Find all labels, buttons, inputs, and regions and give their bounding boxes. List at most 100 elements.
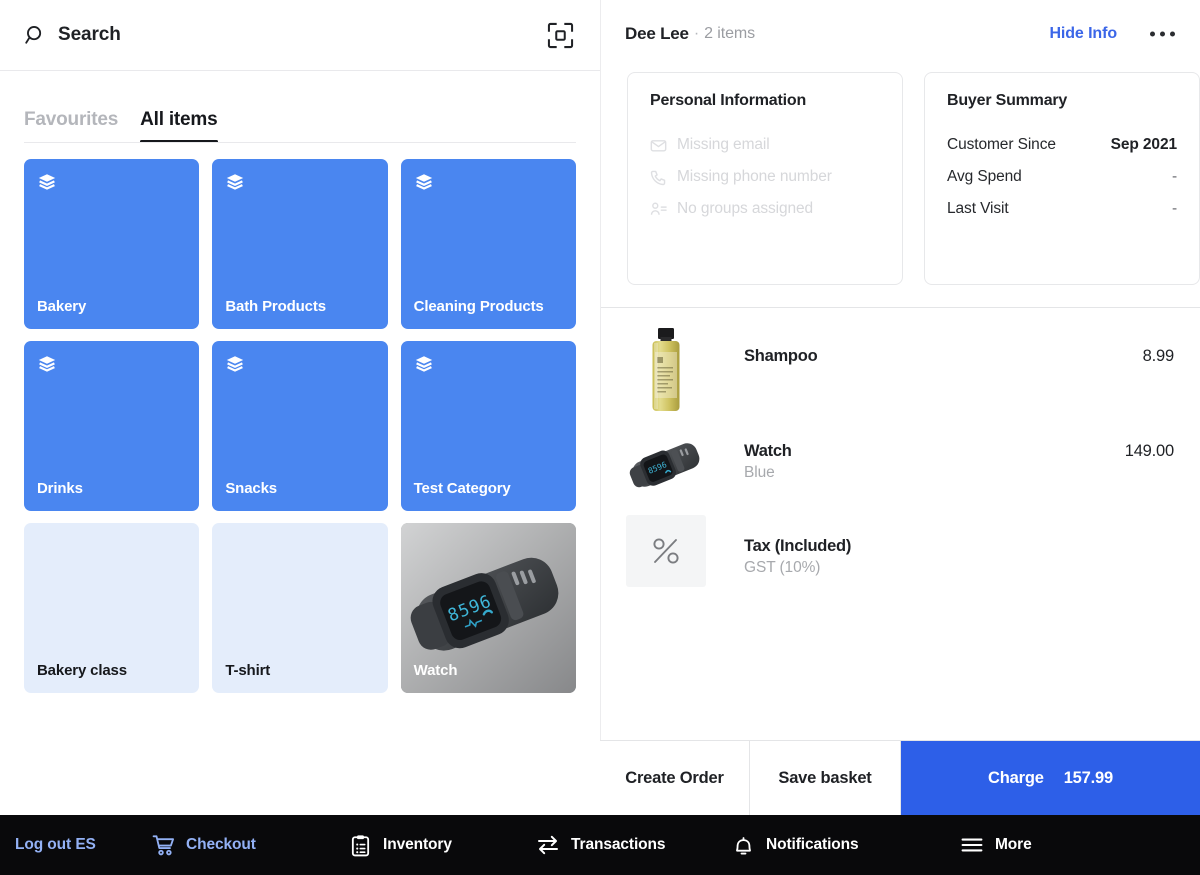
- buyer-summary-row-avg-spend: Avg Spend -: [947, 161, 1177, 193]
- charge-amount: 157.99: [1063, 768, 1113, 787]
- nav-item-inventory[interactable]: Inventory: [349, 834, 452, 857]
- tile-test-category[interactable]: Test Category: [400, 341, 576, 511]
- basket-item-price: 8.99: [1142, 347, 1175, 365]
- tile-bakery[interactable]: Bakery: [24, 159, 200, 329]
- buyer-summary-label: Avg Spend: [947, 168, 1022, 185]
- nav-item-transactions[interactable]: Transactions: [536, 833, 666, 857]
- save-basket-button[interactable]: Save basket: [750, 741, 901, 815]
- basket-divider: [601, 307, 1200, 308]
- personal-information-card: Personal Information Missing email Missi…: [627, 72, 903, 285]
- clipboard-icon: [349, 834, 372, 857]
- buyer-summary-label: Last Visit: [947, 200, 1009, 217]
- nav-label: Transactions: [571, 836, 666, 853]
- watch-photo: 8596: [626, 420, 706, 510]
- personal-info-row-groups[interactable]: No groups assigned: [650, 193, 880, 225]
- nav-label: More: [995, 836, 1032, 853]
- hamburger-icon: [960, 833, 984, 857]
- envelope-icon: [650, 137, 667, 154]
- layers-icon: [37, 354, 57, 374]
- basket-line-details: Shampoo: [706, 325, 1143, 366]
- basket-item-tax-rate: GST (10%): [744, 559, 821, 576]
- basket-action-bar: Create Order Save basket Charge 157.99: [600, 740, 1200, 815]
- layers-icon: [414, 172, 434, 192]
- nav-item-notifications[interactable]: Notifications: [732, 834, 859, 857]
- percent-icon: [626, 515, 706, 587]
- buyer-summary-value: -: [1171, 168, 1177, 185]
- overflow-menu-icon[interactable]: [1150, 31, 1175, 37]
- scan-barcode-icon[interactable]: [544, 19, 576, 51]
- nav-item-log-out[interactable]: Log out ES: [15, 836, 96, 854]
- buyer-summary-value: -: [1171, 200, 1177, 217]
- catalog-panel: Search Favourites All items Bakery Bath …: [0, 0, 600, 815]
- card-title: Personal Information: [650, 92, 807, 109]
- basket-item-variant: Blue: [744, 464, 775, 481]
- layers-icon: [225, 172, 245, 192]
- tile-label: Test Category: [413, 480, 511, 497]
- basket-panel: Dee Lee · 2 items Hide Info Personal Inf…: [600, 0, 1200, 815]
- nav-item-checkout[interactable]: Checkout: [152, 834, 256, 857]
- buyer-summary-row-last-visit: Last Visit -: [947, 193, 1177, 225]
- cart-icon: [152, 834, 175, 857]
- nav-label: Log out ES: [15, 836, 96, 853]
- tab-favourites[interactable]: Favourites: [24, 109, 118, 143]
- tile-label: Drinks: [37, 480, 83, 497]
- tile-label: Cleaning Products: [413, 298, 544, 315]
- nav-item-more[interactable]: More: [960, 833, 1032, 857]
- tile-t-shirt[interactable]: T-shirt: [212, 523, 388, 693]
- tile-label: T-shirt: [225, 662, 271, 679]
- group-icon: [650, 201, 667, 218]
- buyer-summary-label: Customer Since: [947, 136, 1056, 153]
- charge-label: Charge: [988, 768, 1044, 787]
- nav-label: Notifications: [766, 836, 859, 853]
- tile-label: Snacks: [225, 480, 277, 497]
- tile-cleaning-products[interactable]: Cleaning Products: [400, 159, 576, 329]
- tile-drinks[interactable]: Drinks: [24, 341, 200, 511]
- tile-bakery-class[interactable]: Bakery class: [24, 523, 200, 693]
- tile-watch[interactable]: 8596 Watch: [400, 523, 576, 693]
- hide-info-button[interactable]: Hide Info: [1049, 25, 1117, 43]
- tile-bath-products[interactable]: Bath Products: [212, 159, 388, 329]
- bell-icon: [732, 834, 755, 857]
- personal-info-row-email[interactable]: Missing email: [650, 129, 880, 161]
- layers-icon: [414, 354, 434, 374]
- customer-info-cards: Personal Information Missing email Missi…: [601, 68, 1200, 285]
- buyer-summary-row-customer-since: Customer Since Sep 2021: [947, 129, 1177, 161]
- basket-line-watch[interactable]: 8596 Watch Blue 149.00: [601, 420, 1200, 510]
- nav-label: Inventory: [383, 836, 452, 853]
- phone-icon: [650, 169, 667, 186]
- basket-line-details: Tax (Included) GST (10%): [706, 515, 1174, 577]
- buyer-summary-card: Buyer Summary Customer Since Sep 2021 Av…: [924, 72, 1200, 285]
- tabs-underline: [24, 142, 576, 143]
- basket-line-shampoo[interactable]: Shampoo 8.99: [601, 325, 1200, 415]
- customer-name[interactable]: Dee Lee: [625, 24, 689, 44]
- search-bar[interactable]: Search: [0, 0, 600, 71]
- tile-label: Bath Products: [225, 298, 326, 315]
- personal-info-text: Missing phone number: [677, 168, 832, 185]
- personal-info-row-phone[interactable]: Missing phone number: [650, 161, 880, 193]
- charge-button[interactable]: Charge 157.99: [901, 741, 1200, 815]
- shampoo-bottle-photo: [626, 325, 706, 415]
- basket-item-name: Shampoo: [744, 347, 818, 365]
- transfer-icon: [536, 833, 560, 857]
- tile-snacks[interactable]: Snacks: [212, 341, 388, 511]
- tile-label: Bakery: [37, 298, 87, 315]
- card-title: Buyer Summary: [947, 92, 1068, 109]
- buyer-summary-value: Sep 2021: [1110, 136, 1178, 153]
- search-input[interactable]: Search: [58, 24, 121, 46]
- basket-line-items: Shampoo 8.99 8596 Watch Blue 149.00 Tax …: [601, 325, 1200, 592]
- bottom-navigation: Log out ES Checkout Inventory Transactio…: [0, 815, 1200, 875]
- tile-label: Watch: [413, 662, 458, 679]
- item-grid: Bakery Bath Products Cleaning Products D…: [0, 143, 600, 693]
- catalog-tabs: Favourites All items: [0, 71, 600, 143]
- basket-item-name: Tax (Included): [744, 537, 852, 555]
- basket-item-price: 149.00: [1124, 442, 1174, 460]
- basket-item-count: 2 items: [704, 25, 756, 42]
- tile-label: Bakery class: [37, 662, 127, 679]
- personal-info-text: Missing email: [677, 136, 770, 153]
- tab-all-items[interactable]: All items: [140, 109, 218, 143]
- search-icon: [24, 24, 58, 47]
- create-order-button[interactable]: Create Order: [600, 741, 750, 815]
- nav-label: Checkout: [186, 836, 256, 853]
- personal-info-text: No groups assigned: [677, 200, 814, 217]
- basket-line-tax[interactable]: Tax (Included) GST (10%): [601, 515, 1200, 587]
